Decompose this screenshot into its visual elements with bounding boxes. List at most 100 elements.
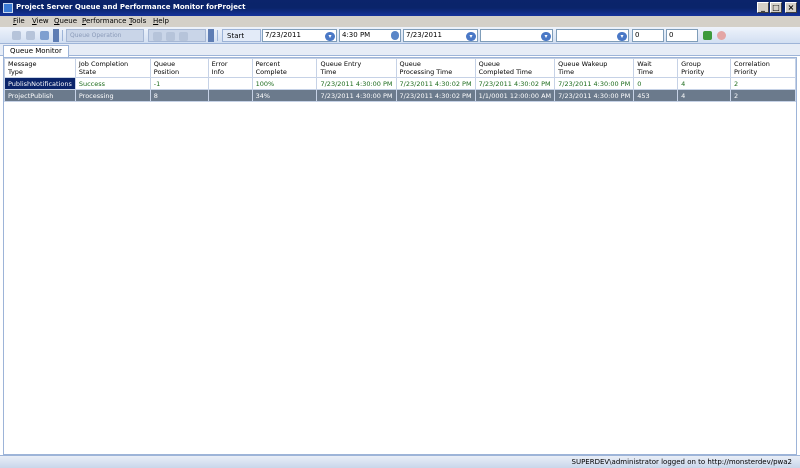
- table-row[interactable]: ProjectPublish Processing 8 34% 7/23/2011 4:…: [4, 89, 796, 102]
- app-icon: [3, 3, 13, 13]
- column-header[interactable]: Wait Time: [633, 58, 679, 78]
- table-cell[interactable]: [207, 77, 253, 90]
- stop-icon[interactable]: [26, 31, 35, 40]
- number-field-a[interactable]: 0: [632, 29, 664, 42]
- column-header-label: Type: [8, 68, 23, 76]
- table-cell[interactable]: 7/23/2011 4:30:00 PM: [554, 77, 635, 90]
- menu-help[interactable]: Help: [153, 17, 169, 25]
- header-row: Message Type Job Completion State Queue Posit…: [4, 58, 796, 78]
- filter-b-dropdown-icon[interactable]: ▾: [617, 32, 627, 41]
- table-row[interactable]: PublishNotifications Success -1 100% 7/23/20…: [4, 77, 796, 90]
- column-header[interactable]: Job Completion State: [74, 58, 151, 78]
- retry-job-icon: [166, 32, 175, 41]
- tab-strip: Queue Monitor: [0, 44, 800, 57]
- table-cell[interactable]: PublishNotifications: [4, 77, 76, 90]
- column-header-label: Time: [320, 68, 337, 76]
- column-header-label: Time: [637, 68, 654, 76]
- table-cell[interactable]: 7/23/2011 4:30:02 PM: [395, 77, 476, 90]
- column-header[interactable]: Error Info: [207, 58, 253, 78]
- table-cell[interactable]: 453: [633, 89, 679, 102]
- close-button[interactable]: ×: [785, 2, 797, 13]
- title-bar: Project Server Queue and Performance Mon…: [0, 0, 800, 16]
- column-header-label: Queue: [153, 60, 176, 68]
- toolbar: Queue Operation Start Date 7/23/2011 ▾ 4…: [0, 27, 800, 52]
- table-cell[interactable]: 7/23/2011 4:30:02 PM: [395, 89, 476, 102]
- column-header[interactable]: Queue Wakeup Time: [554, 58, 635, 78]
- refresh-icon[interactable]: [12, 31, 21, 40]
- menu-tools[interactable]: Tools: [129, 17, 146, 25]
- column-header[interactable]: Queue Position: [149, 58, 209, 78]
- start-time-field[interactable]: 4:30 PM: [339, 29, 401, 42]
- menu-file[interactable]: File: [13, 17, 25, 25]
- column-header-label: Time: [558, 68, 575, 76]
- table-cell[interactable]: 7/23/2011 4:30:00 PM: [554, 89, 635, 102]
- end-date-field[interactable]: 7/23/2011 ▾: [403, 29, 478, 42]
- queue-grid[interactable]: Message Type Job Completion State Queue Posit…: [3, 57, 797, 455]
- settings-icon[interactable]: [40, 31, 49, 40]
- column-header[interactable]: Percent Complete: [251, 58, 318, 78]
- job-state-combo: [148, 29, 206, 42]
- table-cell[interactable]: 2: [730, 77, 796, 90]
- table-cell[interactable]: 0: [633, 77, 679, 90]
- column-header-label: Priority: [681, 68, 705, 76]
- stop-circle-icon[interactable]: [717, 31, 726, 40]
- column-header[interactable]: Correlation Priority: [730, 58, 796, 78]
- column-header-label: Complete: [255, 68, 287, 76]
- maximize-button[interactable]: □: [770, 2, 782, 13]
- column-header[interactable]: Queue Completed Time: [474, 58, 556, 78]
- table-cell[interactable]: 34%: [251, 89, 318, 102]
- filter-combo-b[interactable]: ▾: [556, 29, 629, 42]
- filter-combo-a[interactable]: ▾: [480, 29, 553, 42]
- column-header[interactable]: Message Type: [4, 58, 76, 78]
- toolbar-separator: [217, 30, 218, 41]
- table-cell[interactable]: 7/23/2011 4:30:00 PM: [316, 77, 397, 90]
- settings-dropdown[interactable]: [53, 29, 59, 42]
- column-header-label: Position: [153, 68, 180, 76]
- toolbar-separator: [62, 30, 63, 41]
- end-date-dropdown-icon[interactable]: ▾: [466, 32, 476, 41]
- table-cell[interactable]: 1/1/0001 12:00:00 AM: [474, 89, 556, 102]
- status-bar: SUPERDEV\administrator logged on to http…: [0, 455, 800, 468]
- cancel-job-icon: [153, 32, 162, 41]
- tab-queue-monitor[interactable]: Queue Monitor: [3, 45, 69, 57]
- menu-bar: File View Queue Performance Tools Help: [0, 16, 800, 27]
- time-spinner-icon[interactable]: [391, 31, 399, 40]
- column-header-label: State: [78, 68, 97, 76]
- table-cell[interactable]: Success: [74, 77, 151, 90]
- start-date-dropdown-icon[interactable]: ▾: [325, 32, 335, 41]
- column-header-label: Info: [211, 68, 224, 76]
- start-time-value: 4:30 PM: [342, 31, 371, 39]
- table-cell[interactable]: 4: [677, 89, 732, 102]
- column-header-label: Job Completion: [78, 60, 129, 68]
- number-field-b[interactable]: 0: [666, 29, 698, 42]
- table-cell[interactable]: 7/23/2011 4:30:02 PM: [474, 77, 556, 90]
- table-cell[interactable]: 4: [677, 77, 732, 90]
- column-header-label: Processing Time: [399, 68, 453, 76]
- column-header[interactable]: Queue Processing Time: [395, 58, 476, 78]
- column-header[interactable]: Group Priority: [677, 58, 732, 78]
- login-status: SUPERDEV\administrator logged on to http…: [571, 458, 793, 466]
- table-cell[interactable]: 2: [730, 89, 796, 102]
- delete-job-icon: [179, 32, 188, 41]
- column-header[interactable]: Queue Entry Time: [316, 58, 397, 78]
- start-date-label: Start Date: [222, 29, 261, 52]
- menu-view[interactable]: View: [32, 17, 49, 25]
- window-title: Project Server Queue and Performance Mon…: [16, 3, 246, 11]
- table-cell[interactable]: 100%: [251, 77, 318, 90]
- go-arrow-icon[interactable]: [703, 31, 712, 40]
- column-header-label: Error: [211, 60, 228, 68]
- column-header-label: Correlation: [734, 60, 770, 68]
- table-cell[interactable]: 7/23/2011 4:30:00 PM: [316, 89, 397, 102]
- table-cell[interactable]: Processing: [74, 89, 151, 102]
- minimize-button[interactable]: _: [757, 2, 769, 13]
- menu-performance[interactable]: Performance: [82, 17, 126, 25]
- table-cell[interactable]: [207, 89, 253, 102]
- table-cell[interactable]: -1: [149, 77, 209, 90]
- table-cell[interactable]: 8: [149, 89, 209, 102]
- job-action-dropdown[interactable]: [208, 29, 214, 42]
- filter-a-dropdown-icon[interactable]: ▾: [541, 32, 551, 41]
- start-date-field[interactable]: 7/23/2011 ▾: [262, 29, 337, 42]
- menu-queue[interactable]: Queue: [54, 17, 77, 25]
- column-header-label: Queue Wakeup: [558, 60, 608, 68]
- table-cell[interactable]: ProjectPublish: [4, 89, 76, 102]
